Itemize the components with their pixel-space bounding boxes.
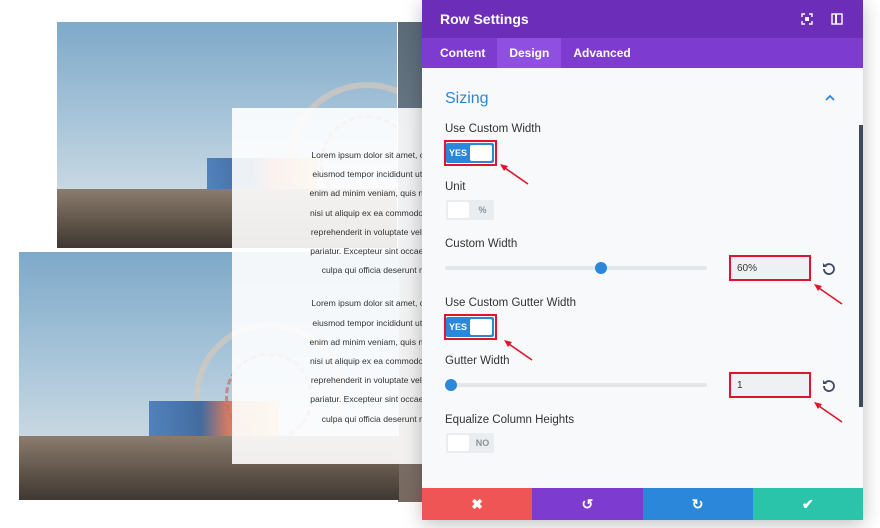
check-icon: ✔ [802, 495, 814, 512]
custom-width-label: Custom Width [445, 238, 518, 250]
section-title-sizing[interactable]: Sizing [445, 90, 489, 108]
row-settings-panel: Row Settings Content Design Advanced Siz… [422, 0, 863, 520]
highlight-box [729, 372, 811, 398]
tab-design[interactable]: Design [497, 38, 562, 68]
reset-icon[interactable] [822, 378, 836, 392]
save-button[interactable]: ✔ [752, 488, 863, 520]
panel-body: Sizing Use Custom Width YES Unit % Custo… [422, 68, 863, 488]
reset-icon[interactable] [822, 261, 836, 275]
tab-content[interactable]: Content [428, 38, 497, 68]
annotation-arrow [504, 340, 533, 361]
equalize-label: Equalize Column Heights [445, 414, 575, 426]
cancel-button[interactable]: ✖ [422, 488, 533, 520]
annotation-arrow [500, 164, 529, 185]
custom-gutter-toggle-label: Use Custom Gutter Width [445, 297, 577, 309]
page: Lorem ipsum dolor sit amet, consectet ei… [0, 0, 880, 528]
redo-icon: ↻ [691, 495, 704, 512]
close-icon: ✖ [471, 495, 483, 512]
panel-title: Row Settings [440, 11, 529, 27]
highlight-box [444, 140, 497, 166]
highlight-box [444, 314, 497, 340]
redo-button[interactable]: ↻ [642, 488, 753, 520]
background-paragraph-2: Lorem ipsum dolor sit amet, consectet ei… [309, 298, 428, 424]
undo-button[interactable]: ↺ [532, 488, 643, 520]
slider-handle[interactable] [445, 379, 457, 391]
unit-label: Unit [445, 181, 466, 193]
panel-header: Row Settings [422, 0, 863, 38]
gutter-width-slider[interactable] [445, 379, 707, 391]
custom-width-toggle-label: Use Custom Width [445, 123, 541, 135]
highlight-box [729, 255, 811, 281]
panel-footer: ✖ ↺ ↻ ✔ [422, 488, 863, 520]
scrollbar[interactable] [859, 125, 863, 407]
annotation-arrow [814, 284, 843, 305]
expand-icon[interactable] [799, 11, 815, 27]
undo-icon: ↺ [581, 495, 594, 512]
annotation-arrow [814, 402, 843, 423]
chevron-up-icon[interactable] [824, 92, 836, 104]
custom-width-slider[interactable] [445, 262, 707, 274]
tab-bar: Content Design Advanced [422, 38, 863, 68]
sidebar-icon[interactable] [829, 11, 845, 27]
equalize-toggle[interactable]: NO [446, 433, 494, 453]
background-text-card: Lorem ipsum dolor sit amet, consectet ei… [232, 108, 428, 464]
slider-handle[interactable] [595, 262, 607, 274]
background-paragraph-1: Lorem ipsum dolor sit amet, consectet ei… [309, 150, 428, 276]
tab-advanced[interactable]: Advanced [561, 38, 642, 68]
unit-toggle[interactable]: % [446, 200, 494, 220]
